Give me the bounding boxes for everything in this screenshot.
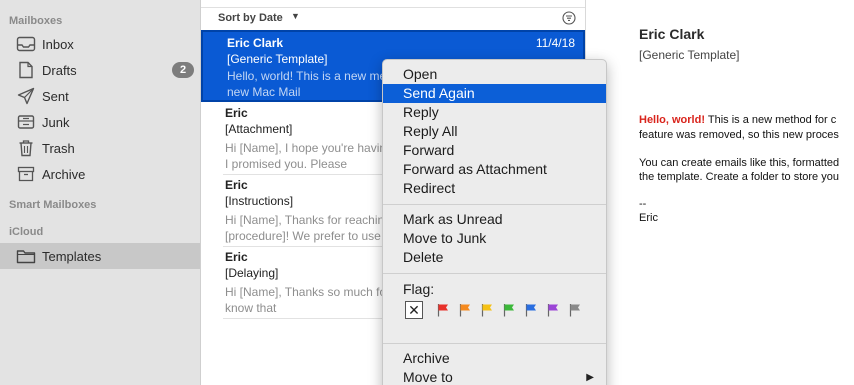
sidebar-item-label: Junk	[42, 114, 70, 130]
archive-icon	[16, 165, 36, 183]
menu-item-reply-all[interactable]: Reply All	[383, 122, 606, 141]
sort-by-date-button[interactable]: Sort by Date	[218, 12, 283, 24]
reader-body-line: feature was removed, so this new proces	[639, 129, 839, 141]
flag-purple-icon[interactable]	[547, 303, 559, 317]
reader-subject: [Generic Template]	[639, 48, 740, 62]
menu-separator	[383, 273, 606, 274]
folder-icon	[16, 247, 36, 265]
sidebar-item-label: Inbox	[42, 36, 74, 52]
sidebar: Mailboxes Inbox Drafts 2 Sent Junk Trash	[0, 0, 201, 385]
smart-mailboxes-header[interactable]: Smart Mailboxes	[9, 199, 96, 211]
menu-separator	[383, 343, 606, 344]
menu-separator	[383, 204, 606, 205]
inbox-icon	[16, 35, 36, 53]
message-subject: [Delaying]	[225, 266, 279, 280]
flag-yellow-icon[interactable]	[481, 303, 493, 317]
clear-flag-button[interactable]: ✕	[405, 301, 423, 319]
sidebar-item-label: Trash	[42, 140, 75, 156]
list-toolbar-edge	[201, 0, 585, 8]
context-menu: Open Send Again Reply Reply All Forward …	[382, 59, 607, 385]
sidebar-item-trash[interactable]: Trash	[0, 135, 200, 161]
reader-body-line: Hello, world! This is a new method for c	[639, 114, 836, 126]
flag-red-icon[interactable]	[437, 303, 449, 317]
reading-pane: Eric Clark [Generic Template] Hello, wor…	[585, 0, 854, 385]
menu-item-forward-as-attachment[interactable]: Forward as Attachment	[383, 160, 606, 179]
trash-icon	[16, 139, 36, 157]
sidebar-item-label: Drafts	[42, 62, 77, 78]
reader-body-highlight: Hello, world!	[639, 114, 705, 126]
drafts-count-badge: 2	[172, 62, 194, 78]
chevron-down-icon[interactable]: ▼	[291, 11, 300, 21]
sidebar-item-sent[interactable]: Sent	[0, 83, 200, 109]
message-sender: Eric	[225, 178, 248, 192]
menu-item-send-again[interactable]: Send Again	[383, 84, 606, 103]
reader-signature-dash: --	[639, 198, 647, 210]
menu-item-label: Move to	[403, 369, 453, 385]
submenu-arrow-icon: ▶	[586, 372, 594, 383]
drafts-icon	[16, 61, 36, 79]
menu-flag-label: Flag:	[403, 281, 435, 297]
icloud-header[interactable]: iCloud	[9, 226, 43, 238]
sidebar-item-archive[interactable]: Archive	[0, 161, 200, 187]
flag-blue-icon[interactable]	[525, 303, 537, 317]
menu-item-move-to[interactable]: Move to ▶	[383, 368, 606, 385]
sidebar-item-label: Sent	[42, 88, 69, 104]
menu-item-open[interactable]: Open	[383, 65, 606, 84]
reader-sender: Eric Clark	[639, 26, 705, 42]
message-subject: [Attachment]	[225, 122, 293, 136]
message-sender: Eric Clark	[227, 36, 284, 50]
reader-body-text: This is a new method for c	[705, 114, 837, 126]
menu-item-redirect[interactable]: Redirect	[383, 179, 606, 198]
sidebar-item-label: Templates	[42, 248, 102, 264]
sort-bar: Sort by Date ▼	[201, 8, 585, 30]
mailboxes-header: Mailboxes	[9, 15, 63, 27]
flag-green-icon[interactable]	[503, 303, 515, 317]
menu-item-mark-as-unread[interactable]: Mark as Unread	[383, 210, 606, 229]
message-subject: [Generic Template]	[227, 52, 328, 66]
flag-gray-icon[interactable]	[569, 303, 581, 317]
menu-item-forward[interactable]: Forward	[383, 141, 606, 160]
menu-item-reply[interactable]: Reply	[383, 103, 606, 122]
sidebar-item-inbox[interactable]: Inbox	[0, 31, 200, 57]
message-date: 11/4/18	[535, 36, 575, 50]
sidebar-item-junk[interactable]: Junk	[0, 109, 200, 135]
flag-orange-icon[interactable]	[459, 303, 471, 317]
reader-body-line: You can create emails like this, formatt…	[639, 157, 840, 169]
filter-icon[interactable]	[562, 11, 576, 30]
reader-body-line: the template. Create a folder to store y…	[639, 171, 839, 183]
reader-signature-name: Eric	[639, 212, 658, 224]
sidebar-item-label: Archive	[42, 166, 86, 182]
message-subject: [Instructions]	[225, 194, 294, 208]
sent-icon	[16, 87, 36, 105]
menu-item-move-to-junk[interactable]: Move to Junk	[383, 229, 606, 248]
sidebar-item-templates[interactable]: Templates	[0, 243, 200, 269]
message-sender: Eric	[225, 250, 248, 264]
message-sender: Eric	[225, 106, 248, 120]
menu-item-archive[interactable]: Archive	[383, 349, 606, 368]
menu-item-delete[interactable]: Delete	[383, 248, 606, 267]
sidebar-item-drafts[interactable]: Drafts 2	[0, 57, 200, 83]
junk-icon	[16, 113, 36, 131]
